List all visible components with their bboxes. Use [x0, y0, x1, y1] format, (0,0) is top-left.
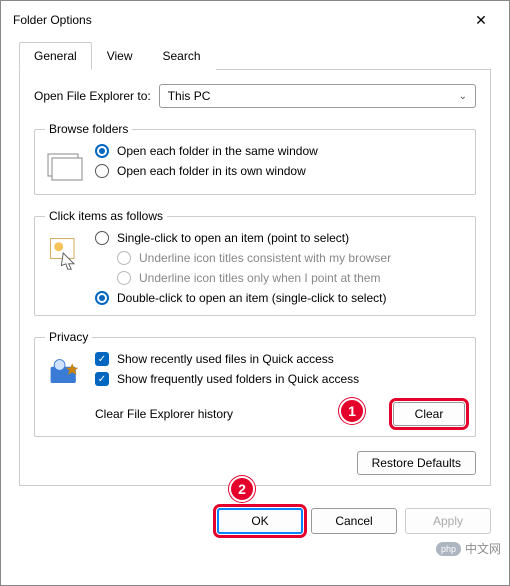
radio-same-window[interactable]: Open each folder in the same window [95, 144, 465, 158]
checkbox-icon: ✓ [95, 372, 109, 386]
restore-defaults-button[interactable]: Restore Defaults [357, 451, 476, 475]
close-icon[interactable]: ✕ [465, 12, 497, 29]
checkbox-icon: ✓ [95, 352, 109, 366]
folder-options-window: Folder Options ✕ General View Search Ope… [0, 0, 510, 586]
quick-access-icon [45, 356, 85, 392]
cancel-button[interactable]: Cancel [311, 508, 397, 534]
cursor-click-icon [45, 235, 85, 271]
radio-icon [117, 271, 131, 285]
radio-icon [95, 164, 109, 178]
content-area: General View Search Open File Explorer t… [1, 35, 509, 498]
radio-icon [95, 291, 109, 305]
open-explorer-row: Open File Explorer to: This PC ⌄ [34, 84, 476, 108]
apply-button: Apply [405, 508, 491, 534]
radio-single-click[interactable]: Single-click to open an item (point to s… [95, 231, 465, 245]
tab-strip: General View Search [19, 41, 491, 70]
check-frequent-folders[interactable]: ✓ Show frequently used folders in Quick … [95, 372, 465, 386]
radio-icon [117, 251, 131, 265]
privacy-group: Privacy ✓ Show recently used files in Qu… [34, 330, 476, 437]
open-explorer-label: Open File Explorer to: [34, 89, 151, 103]
check-recent-files[interactable]: ✓ Show recently used files in Quick acce… [95, 352, 465, 366]
click-items-group: Click items as follows Single-click to o… [34, 209, 476, 316]
radio-own-window[interactable]: Open each folder in its own window [95, 164, 465, 178]
chevron-down-icon: ⌄ [459, 91, 467, 102]
radio-icon [95, 231, 109, 245]
browse-legend: Browse folders [45, 122, 132, 136]
watermark-logo: php [436, 542, 461, 556]
watermark-text: 中文网 [465, 540, 501, 557]
window-title: Folder Options [13, 13, 92, 27]
open-explorer-select[interactable]: This PC ⌄ [159, 84, 476, 108]
ok-button[interactable]: OK [217, 508, 303, 534]
open-explorer-value: This PC [168, 89, 211, 103]
dialog-footer: 2 OK Cancel Apply [1, 498, 509, 548]
titlebar: Folder Options ✕ [1, 1, 509, 35]
radio-underline-browser: Underline icon titles consistent with my… [117, 251, 465, 265]
tab-panel-general: Open File Explorer to: This PC ⌄ Browse … [19, 70, 491, 486]
radio-icon [95, 144, 109, 158]
privacy-legend: Privacy [45, 330, 92, 344]
clear-history-label: Clear File Explorer history [95, 407, 233, 421]
annotation-badge-1: 1 [339, 398, 365, 424]
tab-general[interactable]: General [19, 42, 92, 70]
tab-search[interactable]: Search [148, 42, 216, 70]
window-stack-icon [45, 148, 85, 184]
radio-double-click[interactable]: Double-click to open an item (single-cli… [95, 291, 465, 305]
browse-folders-group: Browse folders Open each folder in the s… [34, 122, 476, 195]
click-legend: Click items as follows [45, 209, 167, 223]
watermark: php 中文网 [436, 540, 501, 557]
radio-underline-point: Underline icon titles only when I point … [117, 271, 465, 285]
clear-button[interactable]: Clear [393, 402, 465, 426]
tab-view[interactable]: View [92, 42, 148, 70]
annotation-badge-2: 2 [229, 476, 255, 502]
